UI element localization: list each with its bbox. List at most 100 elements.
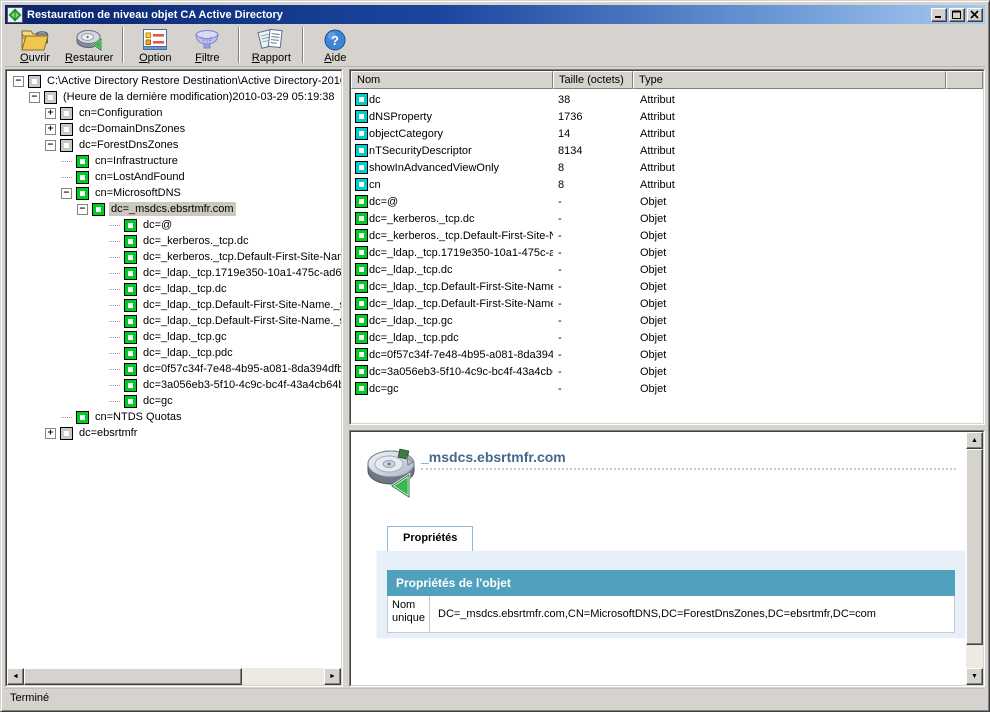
restaurer-button[interactable]: Restaurer bbox=[61, 25, 117, 65]
tree-item[interactable]: dc=_ldap._tcp.dc bbox=[7, 281, 341, 297]
list-row[interactable]: dc38Attribut bbox=[351, 91, 983, 108]
cell-type: Objet bbox=[633, 315, 983, 327]
list-row[interactable]: dc=_ldap._tcp.dc-Objet bbox=[351, 261, 983, 278]
scrollbar-track[interactable] bbox=[242, 668, 324, 685]
window-controls bbox=[931, 8, 983, 22]
tree-item[interactable]: cn=Infrastructure bbox=[7, 153, 341, 169]
expand-toggle-icon[interactable]: + bbox=[45, 428, 56, 439]
collapse-toggle-icon[interactable]: − bbox=[13, 76, 24, 87]
toolbar-separator bbox=[302, 27, 304, 63]
collapse-toggle-icon[interactable]: − bbox=[29, 92, 40, 103]
aide-button[interactable]: ?Aide bbox=[309, 25, 361, 65]
collapse-toggle-icon[interactable]: − bbox=[61, 188, 72, 199]
tree-item[interactable]: +dc=DomainDnsZones bbox=[7, 121, 341, 137]
list-row[interactable]: cn8Attribut bbox=[351, 176, 983, 193]
column-header-1[interactable]: Taille (octets) bbox=[553, 71, 633, 89]
tree-item[interactable]: −(Heure de la dernière modification)2010… bbox=[7, 89, 341, 105]
scroll-up-button[interactable]: ▲ bbox=[966, 432, 983, 449]
collapse-toggle-icon[interactable]: − bbox=[77, 204, 88, 215]
cell-name: showInAdvancedViewOnly bbox=[369, 162, 553, 174]
object-icon bbox=[92, 203, 105, 216]
list-row[interactable]: showInAdvancedViewOnly8Attribut bbox=[351, 159, 983, 176]
object-icon bbox=[355, 212, 368, 225]
object-icon bbox=[355, 365, 368, 378]
scroll-left-button[interactable]: ◄ bbox=[7, 668, 24, 685]
tree-item[interactable]: dc=_ldap._tcp.1719e350-10a1-475c-ad68- bbox=[7, 265, 341, 281]
list-row[interactable]: dc=@-Objet bbox=[351, 193, 983, 210]
tree-connector bbox=[109, 305, 120, 306]
cell-name: dc=3a056eb3-5f10-4c9c-bc4f-43a4cb64b7bb bbox=[369, 366, 553, 378]
tree-item[interactable]: dc=0f57c34f-7e48-4b95-a081-8da394dfb601 bbox=[7, 361, 341, 377]
tree-item-label: dc=0f57c34f-7e48-4b95-a081-8da394dfb601 bbox=[141, 362, 341, 376]
tree-connector bbox=[109, 241, 120, 242]
tree-item[interactable]: −dc=_msdcs.ebsrtmfr.com bbox=[7, 201, 341, 217]
tree-pane: −C:\Active Directory Restore Destination… bbox=[5, 69, 343, 687]
tree-item[interactable]: cn=NTDS Quotas bbox=[7, 409, 341, 425]
list-row[interactable]: dc=_ldap._tcp.Default-First-Site-Name._s… bbox=[351, 278, 983, 295]
tree-item-label: dc=_ldap._tcp.dc bbox=[141, 282, 228, 296]
tree-item[interactable]: −dc=ForestDnsZones bbox=[7, 137, 341, 153]
expand-toggle-icon[interactable]: + bbox=[45, 124, 56, 135]
cell-name: dc=0f57c34f-7e48-4b95-a081-8da394dfb601 bbox=[369, 349, 553, 361]
list-row[interactable]: dc=3a056eb3-5f10-4c9c-bc4f-43a4cb64b7bb-… bbox=[351, 363, 983, 380]
cell-type: Objet bbox=[633, 298, 983, 310]
object-icon bbox=[124, 251, 137, 264]
tree-item[interactable]: dc=gc bbox=[7, 393, 341, 409]
tree-item[interactable]: dc=_ldap._tcp.Default-First-Site-Name._s… bbox=[7, 313, 341, 329]
cell-icon bbox=[351, 331, 369, 344]
tree-item[interactable]: +dc=ebsrtmfr bbox=[7, 425, 341, 441]
rapport-button[interactable]: Rapport bbox=[245, 25, 297, 65]
toolbar-button-label: Option bbox=[139, 52, 171, 64]
cell-name: dc=@ bbox=[369, 196, 553, 208]
tree-item[interactable]: dc=@ bbox=[7, 217, 341, 233]
cell-size: - bbox=[553, 383, 633, 395]
scrollbar-thumb[interactable] bbox=[24, 668, 242, 685]
list-row[interactable]: dc=_ldap._tcp.gc-Objet bbox=[351, 312, 983, 329]
close-button[interactable] bbox=[967, 8, 983, 22]
object-icon bbox=[76, 171, 89, 184]
container-icon bbox=[28, 75, 41, 88]
tree-item[interactable]: dc=3a056eb3-5f10-4c9c-bc4f-43a4cb64b7bb bbox=[7, 377, 341, 393]
list-row[interactable]: dc=_kerberos._tcp.dc-Objet bbox=[351, 210, 983, 227]
scroll-down-button[interactable]: ▼ bbox=[966, 668, 983, 685]
list-row[interactable]: dc=0f57c34f-7e48-4b95-a081-8da394dfb601-… bbox=[351, 346, 983, 363]
list-row[interactable]: dc=_ldap._tcp.Default-First-Site-Name._s… bbox=[351, 295, 983, 312]
filtre-button[interactable]: Filtre bbox=[181, 25, 233, 65]
list-row[interactable]: objectCategory14Attribut bbox=[351, 125, 983, 142]
tree-item[interactable]: dc=_ldap._tcp.Default-First-Site-Name._s… bbox=[7, 297, 341, 313]
detail-vertical-scrollbar[interactable]: ▲ ▼ bbox=[966, 432, 983, 685]
list-row[interactable]: dc=_kerberos._tcp.Default-First-Site-Nam… bbox=[351, 227, 983, 244]
tab-proprietes[interactable]: Propriétés bbox=[387, 526, 473, 551]
maximize-button[interactable] bbox=[949, 8, 965, 22]
scrollbar-thumb[interactable] bbox=[966, 449, 983, 645]
tree-horizontal-scrollbar[interactable]: ◄ ► bbox=[7, 668, 341, 685]
tree-item[interactable]: −cn=MicrosoftDNS bbox=[7, 185, 341, 201]
tree-item[interactable]: dc=_kerberos._tcp.Default-First-Site-Nam… bbox=[7, 249, 341, 265]
tree-item[interactable]: dc=_ldap._tcp.gc bbox=[7, 329, 341, 345]
cell-size: - bbox=[553, 196, 633, 208]
tree-item[interactable]: +cn=Configuration bbox=[7, 105, 341, 121]
window-title: Restauration de niveau objet CA Active D… bbox=[27, 9, 931, 21]
tree-item[interactable]: −C:\Active Directory Restore Destination… bbox=[7, 73, 341, 89]
option-button[interactable]: Option bbox=[129, 25, 181, 65]
list-row[interactable]: dNSProperty1736Attribut bbox=[351, 108, 983, 125]
expand-toggle-icon[interactable]: + bbox=[45, 108, 56, 119]
scroll-right-button[interactable]: ► bbox=[324, 668, 341, 685]
tree-item[interactable]: dc=_ldap._tcp.pdc bbox=[7, 345, 341, 361]
app-icon bbox=[7, 7, 23, 23]
ouvrir-button[interactable]: Ouvrir bbox=[9, 25, 61, 65]
minimize-button[interactable] bbox=[931, 8, 947, 22]
tree-item[interactable]: dc=_kerberos._tcp.dc bbox=[7, 233, 341, 249]
list-row[interactable]: dc=gc-Objet bbox=[351, 380, 983, 397]
list-row[interactable]: dc=_ldap._tcp.pdc-Objet bbox=[351, 329, 983, 346]
column-header-2[interactable]: Type bbox=[633, 71, 946, 89]
cell-name: dc=_ldap._tcp.Default-First-Site-Name._s… bbox=[369, 281, 553, 293]
scrollbar-track[interactable] bbox=[966, 645, 983, 668]
column-header-0[interactable]: Nom bbox=[351, 71, 553, 89]
detail-title: _msdcs.ebsrtmfr.com bbox=[421, 449, 566, 465]
list-row[interactable]: dc=_ldap._tcp.1719e350-10a1-475c-ad68-..… bbox=[351, 244, 983, 261]
collapse-toggle-icon[interactable]: − bbox=[45, 140, 56, 151]
cell-icon bbox=[351, 212, 369, 225]
tree-item[interactable]: cn=LostAndFound bbox=[7, 169, 341, 185]
list-row[interactable]: nTSecurityDescriptor8134Attribut bbox=[351, 142, 983, 159]
